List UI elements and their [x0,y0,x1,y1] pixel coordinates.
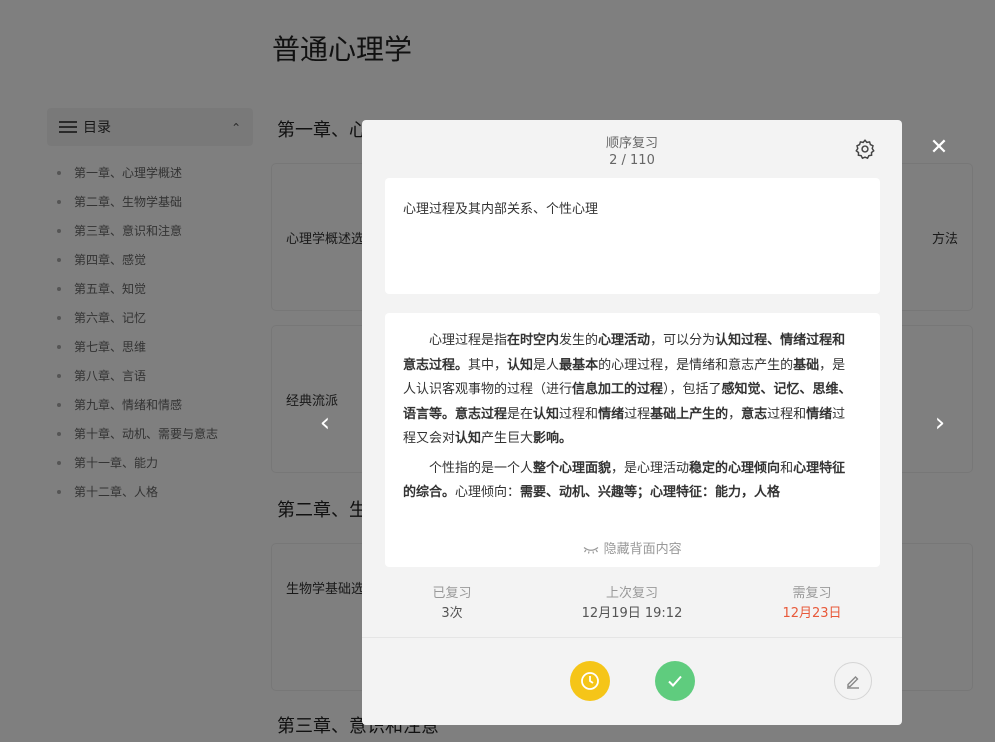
emphasis-text: 影响。 [533,431,573,446]
chevron-right-icon[interactable]: › [930,408,950,438]
emphasis-text: 认知 [507,357,534,373]
text-run: 其中， [468,357,508,373]
emphasis-text: 意志 [741,406,768,422]
text-run: ，是心理活动 [611,460,690,476]
review-progress: 2 / 110 [609,153,655,168]
stat-label: 需复习 [792,586,832,601]
emphasis-text: 稳定的心理倾向 [689,460,781,476]
review-mode: 顺序复习 [605,136,658,151]
text-run: 过程和 [559,406,599,422]
edit-button[interactable] [834,662,872,700]
stat-value: 12月19日 19:12 [581,606,683,621]
emphasis-text: 信息加工的过程 [572,382,664,397]
text-run: 的心理过程，是情绪和意志产生的 [598,357,794,373]
card-back-text: 心理过程是指在时空内发生的心理活动，可以分为认知过程、情绪过程和意志过程。其中，… [403,329,852,521]
text-run: 个性指的是一个人 [429,460,534,476]
remembered-button[interactable] [655,661,695,701]
gear-icon[interactable] [854,138,876,160]
close-icon[interactable]: ✕ [927,136,951,160]
stat-due: 需复习 12月23日 [722,582,902,621]
card-front: 心理过程及其内部关系、个性心理 [385,178,880,294]
chevron-left-icon[interactable]: ‹ [315,408,335,438]
back-paragraph: 个性指的是一个人整个心理面貌，是心理活动稳定的心理倾向和心理特征的综合。心理倾向… [403,457,852,506]
stat-label: 已复习 [432,586,472,601]
review-later-button[interactable] [570,661,610,701]
emphasis-text: 情绪 [598,406,625,422]
text-run: 和 [780,460,794,476]
clock-icon [581,672,599,690]
text-run: 是人 [533,357,560,373]
stat-value: 12月23日 [782,606,842,621]
text-run: 发生的 [559,333,599,348]
text-run: ， [728,406,742,422]
emphasis-text: 基础 [793,357,820,373]
emphasis-text: 情绪 [806,406,833,422]
text-run: ），包括了 [663,382,722,397]
text-run: 是在 [507,406,534,422]
emphasis-text: 心理活动 [598,333,651,348]
pencil-icon [847,676,859,689]
review-modal: 顺序复习 2 / 110 心理过程及其内部关系、个性心理 心理过程是指在时空内发… [362,120,902,725]
emphasis-text: 在时空内 [507,333,560,348]
card-front-text: 心理过程及其内部关系、个性心理 [403,202,599,217]
stat-label: 上次复习 [605,586,658,601]
check-icon [668,675,682,687]
divider [362,637,902,638]
hide-back-button[interactable]: 隐藏背面内容 [385,538,880,557]
emphasis-text: 心理特征：能力，人格 [650,485,781,500]
eye-closed-icon [583,542,603,557]
emphasis-text: 整个心理面貌 [533,460,612,476]
emphasis-text: 认知 [533,406,560,422]
stat-value: 3次 [441,606,463,621]
emphasis-text: 需要、动机、兴趣等； [520,485,651,500]
text-run: ，可以分为 [650,333,716,348]
stat-last-review: 上次复习 12月19日 19:12 [542,582,722,621]
text-run: 心理过程是指 [429,333,508,348]
text-run: 过程和 [767,406,807,422]
modal-header: 顺序复习 2 / 110 [362,120,902,178]
emphasis-text: 最基本 [559,357,599,373]
text-run: 心理倾向： [455,485,521,500]
emphasis-text: 认知 [455,431,482,446]
card-back: 心理过程是指在时空内发生的心理活动，可以分为认知过程、情绪过程和意志过程。其中，… [385,313,880,567]
hide-back-label: 隐藏背面内容 [603,542,682,557]
emphasis-text: 基础上产生的 [650,406,729,422]
text-run: 产生巨大 [481,431,534,446]
review-stats: 已复习 3次 上次复习 12月19日 19:12 需复习 12月23日 [362,582,902,621]
text-run: 过程 [624,406,651,422]
back-paragraph: 心理过程是指在时空内发生的心理活动，可以分为认知过程、情绪过程和意志过程。其中，… [403,329,852,452]
stat-reviewed: 已复习 3次 [362,582,542,621]
